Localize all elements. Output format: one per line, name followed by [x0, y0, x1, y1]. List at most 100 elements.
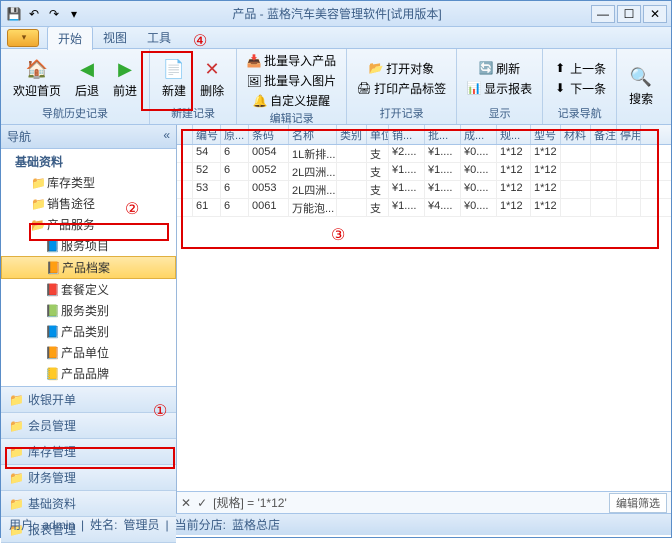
- table-cell: 1L新排...: [289, 145, 337, 162]
- column-header[interactable]: 条码: [249, 125, 289, 144]
- tab-start[interactable]: 开始: [47, 26, 93, 50]
- close-button[interactable]: ✕: [643, 5, 667, 23]
- tree-node[interactable]: 📒产品品牌: [1, 363, 176, 384]
- column-header[interactable]: 备注: [591, 125, 617, 144]
- folder-icon: 📁: [9, 471, 24, 485]
- tree-node[interactable]: 📘服务项目: [1, 235, 176, 256]
- table-row[interactable]: 54600541L新排...支¥2....¥1....¥0....1*121*1…: [177, 145, 671, 163]
- table-cell: [177, 163, 193, 180]
- column-header[interactable]: 单位: [367, 125, 389, 144]
- filter-close-icon[interactable]: ✕: [181, 496, 191, 510]
- search-button[interactable]: 🔍搜索: [623, 64, 659, 109]
- tree-root[interactable]: 基础资料: [1, 151, 176, 172]
- filter-bar: ✕ ✓ [规格] = '1*12' 编辑筛选: [177, 491, 671, 513]
- table-cell: 6: [221, 145, 249, 162]
- table-cell: [591, 145, 617, 162]
- ribbon-group-search: 🔍搜索: [617, 49, 665, 124]
- undo-icon[interactable]: ↶: [25, 5, 43, 23]
- import-images-button[interactable]: 🖼批量导入图片: [243, 71, 340, 90]
- nav-group[interactable]: 📁会员管理: [1, 413, 176, 439]
- table-cell: ¥0....: [461, 181, 497, 198]
- group-label: 新建记录: [156, 105, 230, 122]
- show-report-button[interactable]: 📊显示报表: [463, 79, 536, 98]
- column-header[interactable]: 类别: [337, 125, 367, 144]
- status-bar: 用户: admin| 姓名: 管理员| 当前分店: 蓝格总店: [1, 513, 671, 535]
- titlebar: 💾 ↶ ↷ ▾ 产品 - 蓝格汽车美容管理软件[试用版本] — ☐ ✕: [1, 1, 671, 27]
- forward-button[interactable]: ▶前进: [107, 56, 143, 101]
- maximize-button[interactable]: ☐: [617, 5, 641, 23]
- nav-group[interactable]: 📁库存管理: [1, 439, 176, 465]
- minimize-button[interactable]: —: [591, 5, 615, 23]
- column-header[interactable]: 销...: [389, 125, 425, 144]
- ribbon-group-record-nav: ⬆上一条 ⬇下一条 记录导航: [543, 49, 617, 124]
- tree-node[interactable]: 📘产品类别: [1, 321, 176, 342]
- nav-tree: 基础资料 📁库存类型 📁销售途径 📂产品服务 📘服务项目 📙产品档案 📕套餐定义…: [1, 149, 176, 386]
- app-orb-button[interactable]: [7, 29, 39, 47]
- nav-collapse-icon[interactable]: «: [163, 128, 170, 145]
- new-button[interactable]: 📄新建: [156, 56, 192, 101]
- import-icon: 📥: [247, 54, 261, 68]
- table-row[interactable]: 6160061万能泡...支¥1....¥4....¥0....1*121*12: [177, 199, 671, 217]
- redo-icon[interactable]: ↷: [45, 5, 63, 23]
- table-cell: 53: [193, 181, 221, 198]
- folder-icon: 📁: [9, 445, 24, 459]
- table-cell: 1*12: [497, 199, 531, 216]
- table-cell: 1*12: [531, 181, 561, 198]
- column-header[interactable]: 成...: [461, 125, 497, 144]
- table-cell: [591, 199, 617, 216]
- table-cell: ¥1....: [425, 145, 461, 162]
- import-products-button[interactable]: 📥批量导入产品: [243, 51, 340, 70]
- column-header[interactable]: 规...: [497, 125, 531, 144]
- table-row[interactable]: 52600522L四洲...支¥1....¥1....¥0....1*121*1…: [177, 163, 671, 181]
- back-button[interactable]: ◀后退: [69, 56, 105, 101]
- column-header[interactable]: 编号: [193, 125, 221, 144]
- nav-group[interactable]: 📁收银开单: [1, 387, 176, 413]
- edit-filter-button[interactable]: 编辑筛选: [609, 493, 667, 513]
- tree-node[interactable]: 📁库存类型: [1, 172, 176, 193]
- tab-tool[interactable]: 工具: [137, 26, 181, 49]
- column-header[interactable]: [177, 125, 193, 144]
- custom-reminder-button[interactable]: 🔔自定义提醒: [243, 91, 340, 110]
- column-header[interactable]: 名称: [289, 125, 337, 144]
- tree-node-expanded[interactable]: 📂产品服务: [1, 214, 176, 235]
- next-record-button[interactable]: ⬇下一条: [549, 79, 610, 98]
- tree-node-selected[interactable]: 📙产品档案: [1, 256, 176, 279]
- table-cell: 万能泡...: [289, 199, 337, 216]
- open-object-button[interactable]: 📂打开对象: [353, 59, 450, 78]
- tab-view[interactable]: 视图: [93, 26, 137, 49]
- grid-body[interactable]: 54600541L新排...支¥2....¥1....¥0....1*121*1…: [177, 145, 671, 491]
- nav-group[interactable]: 📁基础资料: [1, 491, 176, 517]
- home-button[interactable]: 🏠欢迎首页: [7, 56, 67, 101]
- table-cell: ¥1....: [389, 181, 425, 198]
- prev-record-button[interactable]: ⬆上一条: [549, 59, 610, 78]
- delete-button[interactable]: ✕删除: [194, 56, 230, 101]
- table-cell: [337, 181, 367, 198]
- nav-group[interactable]: 📁财务管理: [1, 465, 176, 491]
- column-header[interactable]: 材料: [561, 125, 591, 144]
- navigation-panel: 导航« 基础资料 📁库存类型 📁销售途径 📂产品服务 📘服务项目 📙产品档案 📕…: [1, 125, 177, 513]
- table-cell: 1*12: [497, 181, 531, 198]
- group-label: 导航历史记录: [7, 105, 143, 122]
- tree-node[interactable]: 📙产品单位: [1, 342, 176, 363]
- delete-icon: ✕: [200, 58, 224, 82]
- table-cell: [337, 199, 367, 216]
- tree-node[interactable]: 📁销售途径: [1, 193, 176, 214]
- print-label-button[interactable]: 🖨打印产品标签: [353, 79, 450, 98]
- column-header[interactable]: 型号: [531, 125, 561, 144]
- qat-dropdown-icon[interactable]: ▾: [65, 5, 83, 23]
- refresh-button[interactable]: 🔄刷新: [463, 59, 536, 78]
- tree-node[interactable]: 📗服务类别: [1, 300, 176, 321]
- tree-node[interactable]: 📕套餐定义: [1, 279, 176, 300]
- column-header[interactable]: 停用: [617, 125, 641, 144]
- ribbon: 🏠欢迎首页 ◀后退 ▶前进 导航历史记录 📄新建 ✕删除 新建记录 📥批量导入产…: [1, 49, 671, 125]
- column-header[interactable]: 原...: [221, 125, 249, 144]
- item-icon: 📙: [45, 346, 59, 360]
- column-header[interactable]: 批...: [425, 125, 461, 144]
- table-cell: [591, 163, 617, 180]
- table-cell: [177, 181, 193, 198]
- table-row[interactable]: 53600532L四洲...支¥1....¥1....¥0....1*121*1…: [177, 181, 671, 199]
- save-icon[interactable]: 💾: [5, 5, 23, 23]
- folder-icon: 📁: [31, 197, 45, 211]
- filter-check-icon[interactable]: ✓: [197, 496, 207, 510]
- back-icon: ◀: [75, 58, 99, 82]
